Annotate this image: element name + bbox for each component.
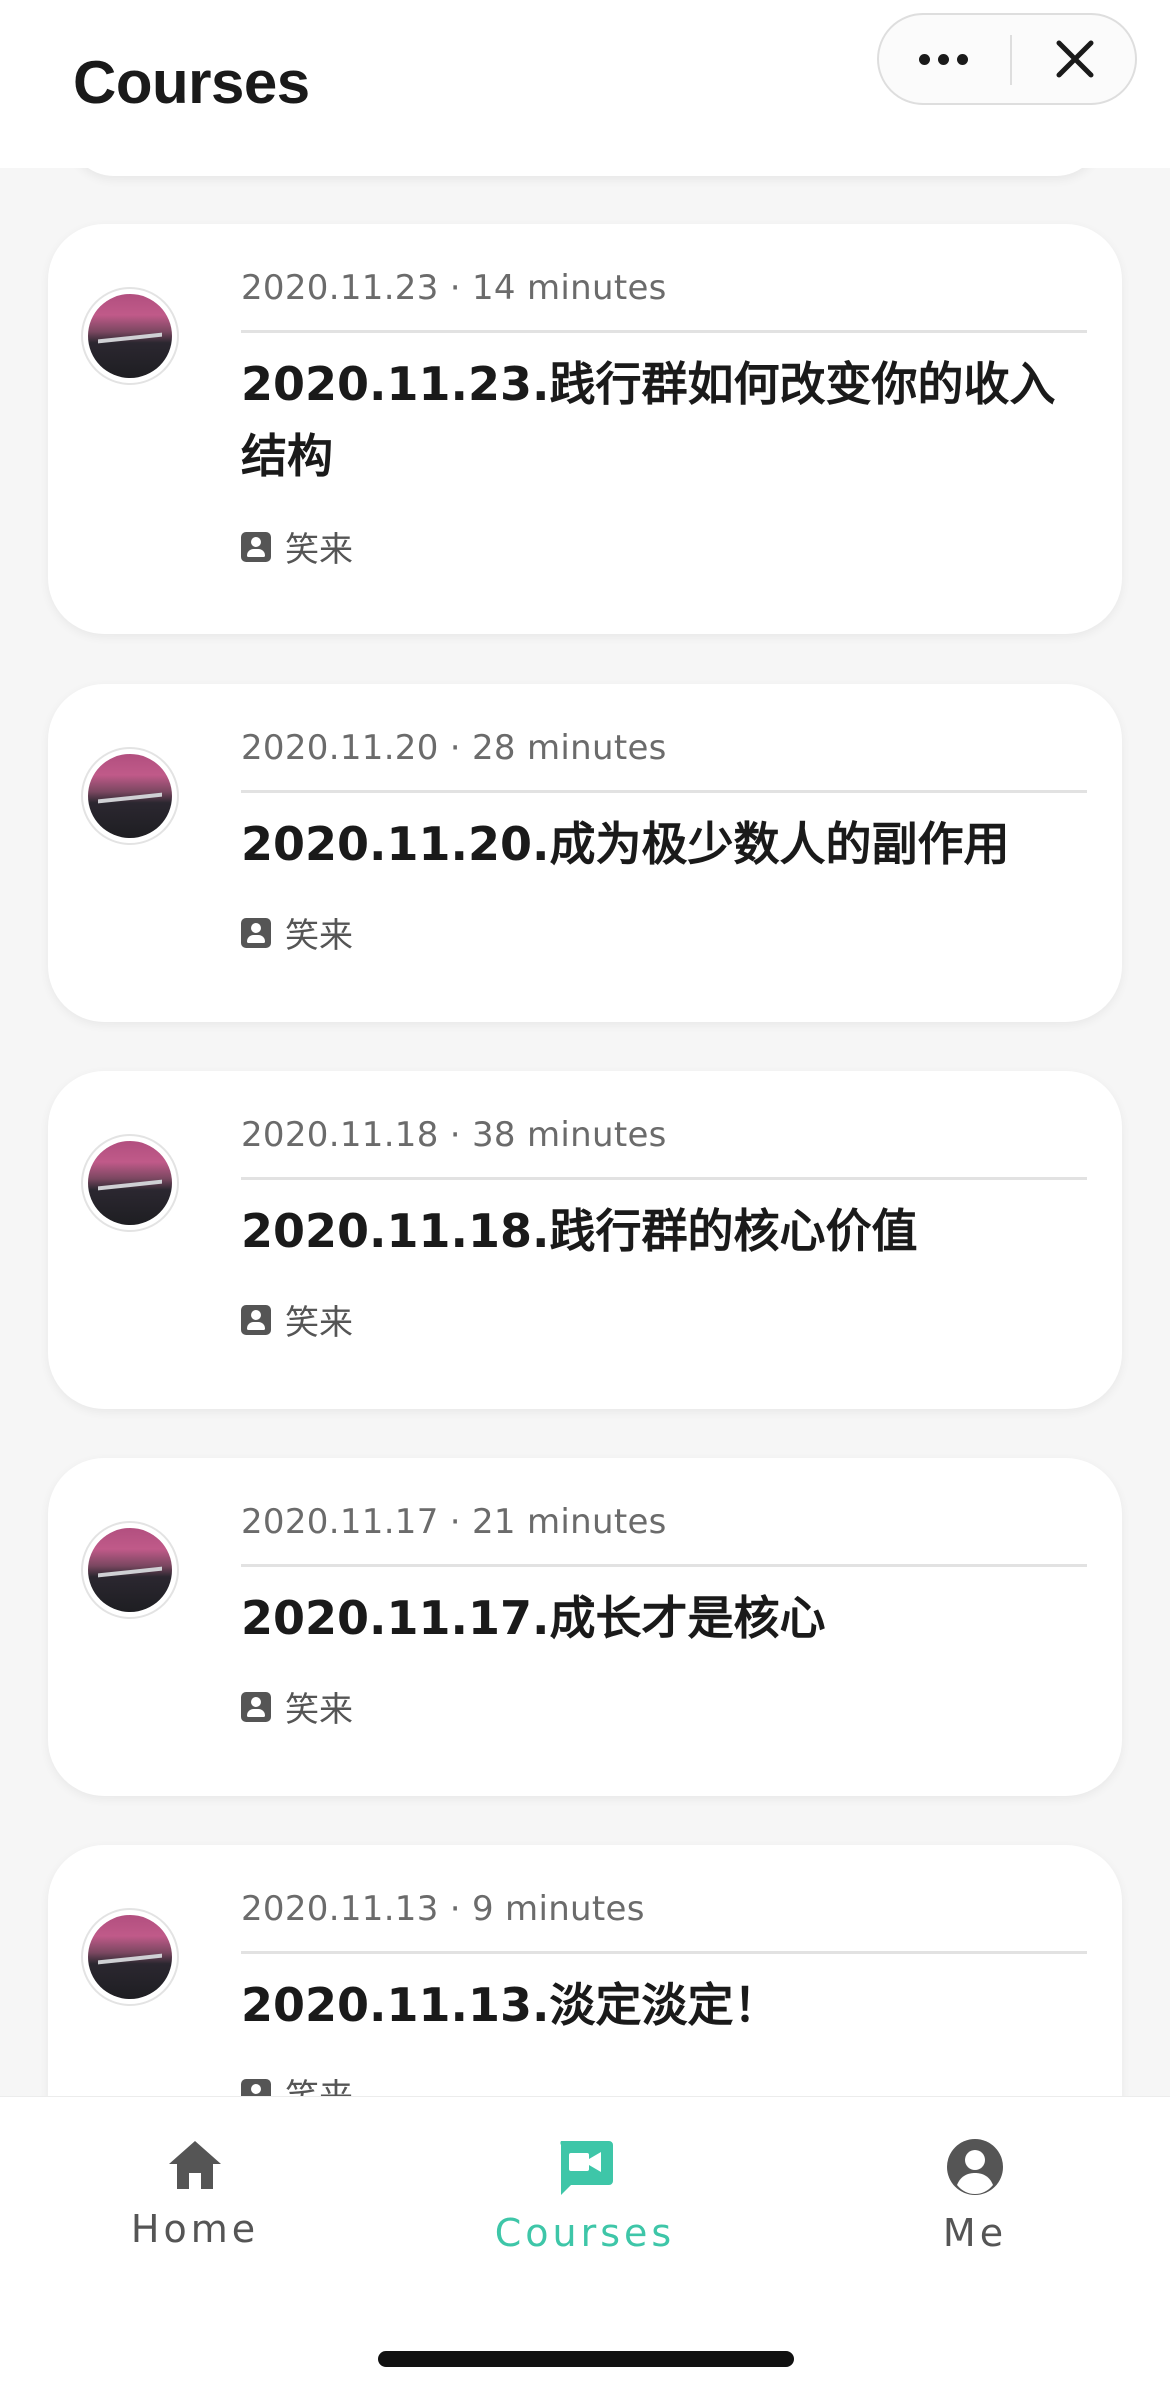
more-button[interactable] (879, 15, 1007, 103)
close-icon (1056, 40, 1094, 78)
author-name: 笑来 (285, 1690, 353, 1730)
course-title: 2020.11.18.践行群的核心价值 (241, 1204, 918, 1258)
course-meta: 2020.11.13 · 9 minutes (241, 1889, 645, 1929)
card-divider (241, 1177, 1087, 1180)
author-icon (241, 531, 271, 562)
course-author: 笑来 (241, 1295, 353, 1344)
avatar-image (88, 294, 172, 378)
card-divider (241, 330, 1087, 333)
course-author: 笑来 (241, 1682, 353, 1731)
home-icon (169, 2141, 221, 2189)
tab-me[interactable]: Me (825, 2137, 1125, 2277)
course-title: 2020.11.20.成为极少数人的副作用 (241, 817, 1010, 871)
more-dots-icon (918, 53, 968, 65)
close-button[interactable] (1011, 15, 1139, 103)
avatar (81, 1521, 179, 1619)
avatar-image (88, 1141, 172, 1225)
author-icon (241, 917, 271, 948)
course-card[interactable]: 2020.11.18 · 38 minutes 2020.11.18.践行群的核… (48, 1071, 1122, 1409)
avatar-image (88, 1528, 172, 1612)
course-title: 2020.11.13.淡定淡定！ (241, 1978, 780, 2032)
video-chat-icon (560, 2141, 613, 2195)
course-title: 2020.11.17.成长才是核心 (241, 1591, 826, 1645)
author-name: 笑来 (285, 916, 353, 956)
card-divider (241, 1951, 1087, 1954)
course-meta: 2020.11.18 · 38 minutes (241, 1115, 667, 1155)
tab-me-label: Me (942, 2211, 1008, 2255)
tab-courses[interactable]: Courses (435, 2137, 735, 2277)
account-circle-icon (947, 2139, 1003, 2195)
app-header: Courses (0, 0, 1170, 168)
course-meta: 2020.11.23 · 14 minutes (241, 268, 667, 308)
author-icon (241, 1304, 271, 1335)
mini-program-capsule (877, 13, 1137, 105)
author-icon (241, 1691, 271, 1722)
avatar (81, 1908, 179, 2006)
course-card[interactable]: 2020.11.20 · 28 minutes 2020.11.20.成为极少数… (48, 684, 1122, 1022)
author-name: 笑来 (285, 1303, 353, 1343)
bottom-tab-bar: Home Courses Me (0, 2096, 1170, 2392)
avatar (81, 287, 179, 385)
card-divider (241, 790, 1087, 793)
page-title: Courses (73, 49, 310, 116)
course-author: 笑来 (241, 522, 353, 571)
avatar-image (88, 754, 172, 838)
course-meta: 2020.11.20 · 28 minutes (241, 728, 667, 768)
home-indicator (378, 2351, 794, 2367)
avatar (81, 1134, 179, 1232)
tab-courses-label: Courses (494, 2211, 676, 2255)
tab-home[interactable]: Home (45, 2137, 345, 2277)
author-name: 笑来 (285, 530, 353, 570)
tab-home-label: Home (130, 2207, 260, 2251)
course-card[interactable]: 2020.11.17 · 21 minutes 2020.11.17.成长才是核… (48, 1458, 1122, 1796)
avatar-image (88, 1915, 172, 1999)
avatar (81, 747, 179, 845)
card-divider (241, 1564, 1087, 1567)
course-title: 2020.11.23.践行群如何改变你的收入结构 (241, 357, 1056, 483)
course-meta: 2020.11.17 · 21 minutes (241, 1502, 667, 1542)
course-author: 笑来 (241, 908, 353, 957)
course-card[interactable]: 2020.11.23 · 14 minutes 2020.11.23.践行群如何… (48, 224, 1122, 634)
